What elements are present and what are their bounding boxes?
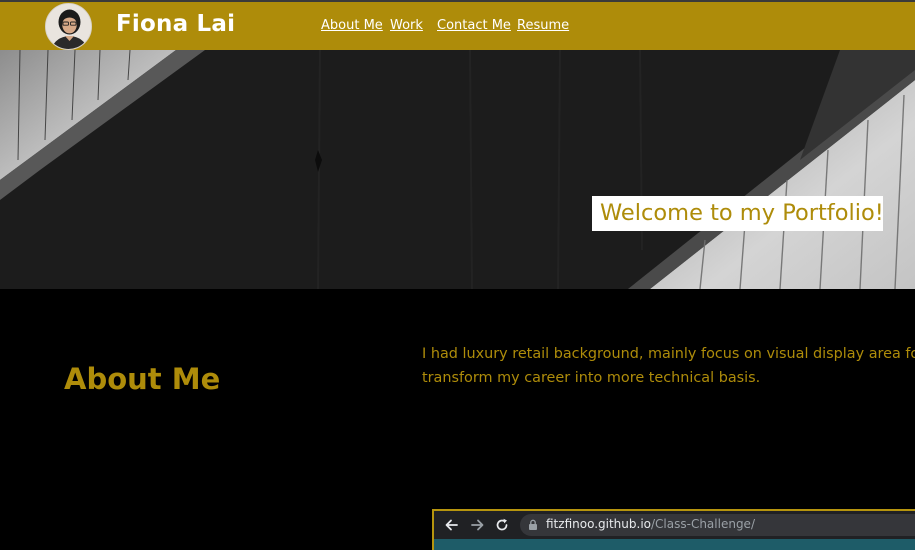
hero-banner: Welcome to my Portfolio!	[0, 50, 915, 289]
about-me-description: I had luxury retail background, mainly f…	[422, 342, 915, 390]
nav-link-about-me[interactable]: About Me	[321, 18, 383, 33]
avatar[interactable]	[45, 3, 92, 50]
url-text: fitzfinoo.github.io/Class-Challenge/	[546, 517, 755, 531]
lock-icon	[529, 519, 537, 530]
url-host: fitzfinoo.github.io	[546, 517, 651, 531]
hero-background-image	[0, 50, 915, 289]
preview-site-content	[434, 539, 915, 550]
nav-link-contact-me[interactable]: Contact Me	[437, 18, 511, 33]
arrow-left-icon	[445, 519, 458, 531]
reload-icon	[496, 518, 508, 531]
nav-link-resume[interactable]: Resume	[517, 18, 569, 33]
url-path: /Class-Challenge/	[651, 517, 755, 531]
site-header: Fiona Lai About Me Work Contact Me Resum…	[0, 2, 915, 50]
nav-link-work[interactable]: Work	[390, 18, 423, 33]
arrow-right-icon	[471, 519, 484, 531]
about-me-heading: About Me	[64, 362, 221, 396]
welcome-heading: Welcome to my Portfolio!	[592, 196, 884, 231]
about-me-line-1: I had luxury retail background, mainly f…	[422, 346, 915, 362]
browser-toolbar: fitzfinoo.github.io/Class-Challenge/	[434, 511, 915, 539]
site-title[interactable]: Fiona Lai	[116, 11, 235, 37]
address-bar: fitzfinoo.github.io/Class-Challenge/	[520, 514, 915, 536]
about-me-line-2: transform my career into more technical …	[422, 370, 761, 386]
project-screenshot-preview[interactable]: fitzfinoo.github.io/Class-Challenge/	[432, 509, 915, 550]
